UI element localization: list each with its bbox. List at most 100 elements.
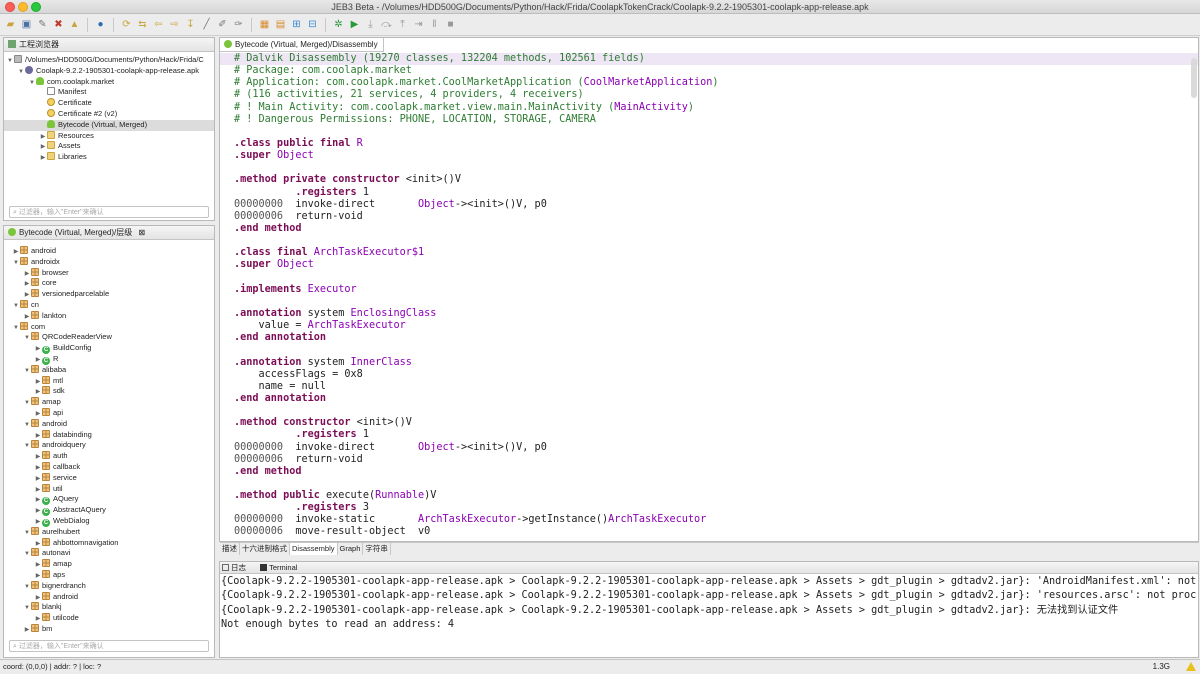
tree-node[interactable]: ▶ callback — [10, 461, 214, 473]
tree-node[interactable]: ▶ sdk — [10, 386, 214, 397]
editor-scrollbar[interactable] — [1191, 58, 1197, 98]
tree-node[interactable]: ▼/Volumes/HDD500G/Documents/Python/Hack/… — [4, 55, 214, 66]
code-line[interactable]: # Package: com.coolapk.market — [234, 65, 1198, 77]
rename-icon[interactable]: ✐ — [216, 18, 229, 31]
open-folder-icon[interactable]: ▰ — [4, 18, 17, 31]
hierarchy-filter-input[interactable]: ⌕ 过滤器，输入"Enter"来确认 — [9, 640, 209, 652]
code-line[interactable]: accessFlags = 0x8 — [234, 369, 1198, 381]
code-line[interactable]: # ! Dangerous Permissions: PHONE, LOCATI… — [234, 114, 1198, 126]
edit-icon[interactable]: ╱ — [200, 18, 213, 31]
tree-node[interactable]: ▼ alibaba — [10, 364, 214, 376]
tree-node[interactable]: ▶ C AbstractAQuery — [10, 505, 214, 517]
code-line[interactable]: # Application: com.coolapk.market.CoolMa… — [234, 77, 1198, 89]
step-out-icon[interactable]: ⤒ — [396, 18, 409, 31]
step-into-icon[interactable]: ⤓ — [364, 18, 377, 31]
tree-node[interactable]: ▶ Resources — [4, 130, 214, 142]
tree-node[interactable]: Bytecode (Virtual, Merged) — [4, 119, 214, 131]
code-line[interactable]: .super Object — [234, 259, 1198, 271]
code-line[interactable]: .method private constructor <init>()V — [234, 174, 1198, 186]
tree-node[interactable]: ▶ api — [10, 407, 214, 419]
tree-node[interactable]: ▼ blankj — [10, 602, 214, 613]
hierarchy-tab[interactable]: Bytecode (Virtual, Merged)/层级 ⊠ — [4, 226, 214, 240]
tree-node[interactable]: ▶ util — [10, 483, 214, 495]
chevron-right-icon[interactable]: ▶ — [23, 625, 31, 635]
explorer-filter-input[interactable]: ⌕ 过滤器，输入"Enter"来确认 — [9, 206, 209, 218]
subtab-0[interactable]: 描述 — [220, 543, 240, 555]
step-over-icon[interactable]: ⤼ — [380, 18, 393, 31]
code-line[interactable]: .class public final R — [234, 138, 1198, 150]
subtab-2[interactable]: Disassembly — [290, 543, 338, 555]
tree-node[interactable]: ▶ ahbottomnavigation — [10, 537, 214, 549]
tree-node[interactable]: ▶ C BuildConfig — [10, 343, 214, 355]
tree-node[interactable]: ▶ android — [10, 246, 214, 257]
tree-node[interactable]: ▼ bignerdranch — [10, 580, 214, 592]
tree-node[interactable]: ▶ aps — [10, 569, 214, 581]
code-line[interactable]: 00000000 invoke-static ArchTaskExecutor-… — [234, 514, 1198, 526]
filter-icon[interactable]: ⊟ — [306, 18, 319, 31]
wrench-icon[interactable]: ✎ — [36, 18, 49, 31]
tree-icon[interactable]: ⊞ — [290, 18, 303, 31]
tree-node[interactable]: Manifest — [4, 87, 214, 98]
run-icon[interactable]: ▶ — [348, 18, 361, 31]
code-line[interactable]: .super Object — [234, 150, 1198, 162]
project-explorer-tab[interactable]: 工程浏览器 — [4, 38, 214, 52]
tree-node[interactable]: ▼ androidquery — [10, 440, 214, 451]
stop-icon[interactable]: ■ — [444, 18, 457, 31]
tree-node[interactable]: ▶ mtl — [10, 375, 214, 387]
lock-icon[interactable]: ▲ — [68, 18, 81, 31]
code-line[interactable]: .registers 1 — [234, 429, 1198, 441]
code-line[interactable]: # Dalvik Disassembly (19270 classes, 132… — [220, 53, 1198, 66]
hierarchy-icon[interactable]: ▤ — [274, 18, 287, 31]
tree-node[interactable]: ▶ versionedparcelable — [10, 289, 214, 300]
tree-node[interactable]: ▶ Libraries — [4, 152, 214, 163]
delete-icon[interactable]: ✖ — [52, 18, 65, 31]
tree-node[interactable]: ▶ amap — [10, 559, 214, 570]
code-line[interactable]: .registers 1 — [234, 187, 1198, 199]
code-line[interactable]: .class final ArchTaskExecutor$1 — [234, 247, 1198, 259]
code-line[interactable]: 00000006 return-void — [234, 454, 1198, 466]
code-line[interactable]: .end annotation — [234, 332, 1198, 344]
code-line[interactable] — [234, 162, 1198, 174]
code-line[interactable]: value = ArchTaskExecutor — [234, 320, 1198, 332]
code-line[interactable]: # ! Main Activity: com.coolapk.market.vi… — [234, 102, 1198, 114]
tree-node[interactable]: ▶ databinding — [10, 429, 214, 441]
code-line[interactable]: .implements Executor — [234, 284, 1198, 296]
code-line[interactable]: .end method — [234, 466, 1198, 478]
jump-icon[interactable]: ↧ — [184, 18, 197, 31]
code-line[interactable] — [234, 126, 1198, 138]
minimize-window-button[interactable] — [18, 2, 28, 12]
tree-node[interactable]: ▶ browser — [10, 267, 214, 279]
tree-node[interactable]: ▼ aurelhubert — [10, 526, 214, 538]
code-line[interactable]: .end method — [234, 223, 1198, 235]
tree-node[interactable]: Certificate — [4, 98, 214, 109]
tree-node[interactable]: ▼ android — [10, 418, 214, 430]
tab-terminal[interactable]: Terminal — [260, 563, 303, 572]
chevron-right-icon[interactable]: ▶ — [39, 153, 47, 163]
refresh-icon[interactable]: ⟳ — [120, 18, 133, 31]
code-line[interactable] — [234, 235, 1198, 247]
code-line[interactable]: 00000006 return-void — [234, 211, 1198, 223]
tree-node[interactable]: ▶ auth — [10, 451, 214, 462]
code-line[interactable]: .registers 3 — [234, 502, 1198, 514]
tree-node[interactable]: ▶ C R — [10, 354, 214, 365]
tree-node[interactable]: ▶ C AQuery — [10, 494, 214, 506]
tree-node[interactable]: ▶ service — [10, 472, 214, 484]
tree-node[interactable]: ▼ autonavi — [10, 548, 214, 559]
navigate-icon[interactable]: ⇆ — [136, 18, 149, 31]
code-line[interactable] — [234, 272, 1198, 284]
tree-node[interactable]: ▼ cn — [10, 299, 214, 311]
grid-icon[interactable]: ▦ — [258, 18, 271, 31]
disassembly-code-view[interactable]: # Dalvik Disassembly (19270 classes, 132… — [220, 53, 1198, 541]
tree-node[interactable]: ▼ QRCodeReaderView — [10, 332, 214, 343]
code-line[interactable]: .method public execute(Runnable)V — [234, 490, 1198, 502]
tree-node[interactable]: ▼ com — [10, 321, 214, 333]
back-arrow-icon[interactable]: ⇦ — [152, 18, 165, 31]
tree-node[interactable]: ▶ C WebDialog — [10, 516, 214, 527]
save-icon[interactable]: ▣ — [20, 18, 33, 31]
pause-icon[interactable]: ‖ — [428, 18, 441, 31]
tree-node[interactable]: ▼ Coolapk-9.2.2-1905301-coolapk-app-relea… — [4, 65, 214, 77]
code-line[interactable] — [234, 296, 1198, 308]
tree-node[interactable]: ▼ amap — [10, 397, 214, 408]
subtab-1[interactable]: 十六进制格式 — [240, 543, 290, 555]
subtab-3[interactable]: Graph — [338, 543, 364, 555]
